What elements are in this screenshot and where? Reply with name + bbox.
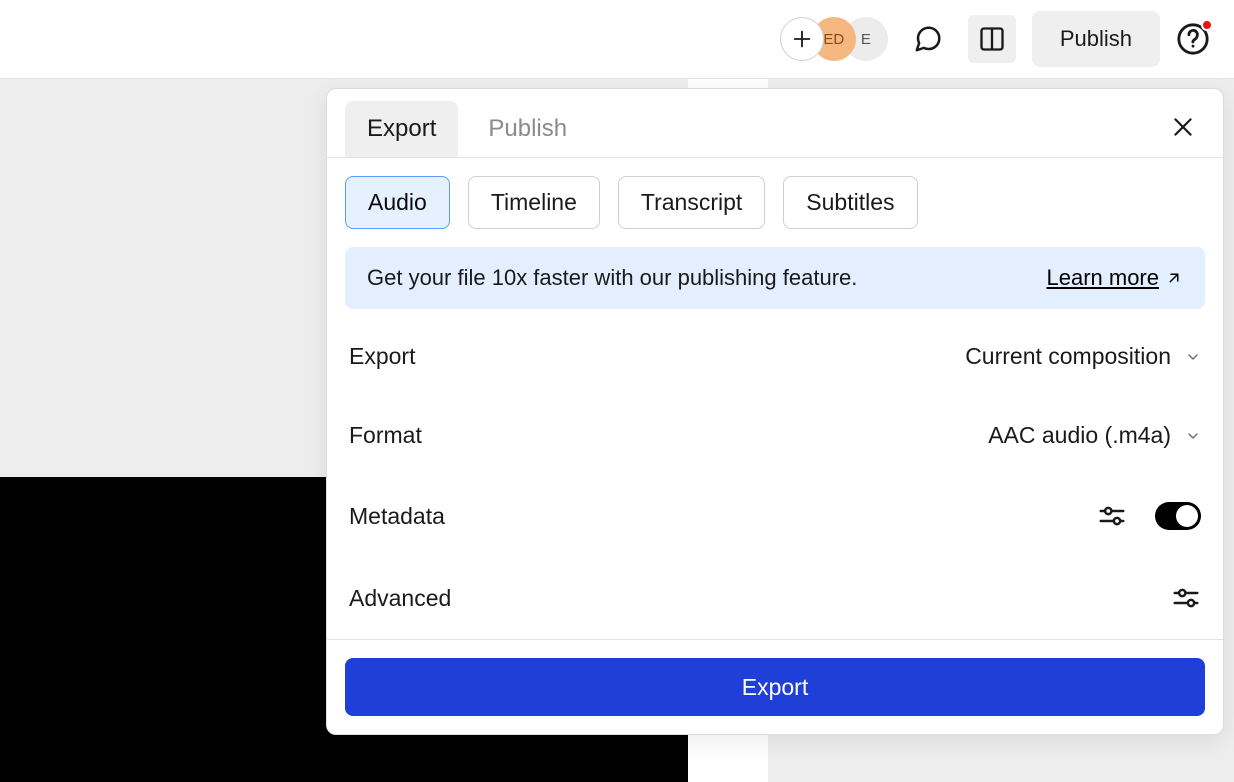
- tab-publish[interactable]: Publish: [466, 101, 589, 157]
- row-label: Advanced: [349, 585, 451, 612]
- promo-banner: Get your file 10x faster with our publis…: [345, 247, 1205, 309]
- panel-footer: Export: [327, 639, 1223, 734]
- plus-icon: [791, 28, 813, 50]
- format-row: Format AAC audio (.m4a): [345, 396, 1205, 475]
- metadata-toggle[interactable]: [1155, 502, 1201, 530]
- advanced-row: Advanced: [345, 557, 1205, 639]
- comments-button[interactable]: [904, 15, 952, 63]
- subtab-audio[interactable]: Audio: [345, 176, 450, 229]
- metadata-row: Metadata: [345, 475, 1205, 557]
- export-button[interactable]: Export: [345, 658, 1205, 716]
- toggle-knob: [1176, 505, 1198, 527]
- publish-button[interactable]: Publish: [1032, 11, 1160, 67]
- external-link-icon: [1165, 269, 1183, 287]
- chevron-down-icon: [1185, 428, 1201, 444]
- select-value: AAC audio (.m4a): [988, 422, 1171, 449]
- select-value: Current composition: [965, 343, 1171, 370]
- tab-export[interactable]: Export: [345, 101, 458, 157]
- subtab-transcript[interactable]: Transcript: [618, 176, 765, 229]
- promo-text: Get your file 10x faster with our publis…: [367, 265, 857, 291]
- row-label: Metadata: [349, 503, 445, 530]
- export-scope-row: Export Current composition: [345, 317, 1205, 396]
- notification-dot-icon: [1201, 19, 1213, 31]
- help-button[interactable]: [1176, 22, 1210, 56]
- close-icon: [1170, 114, 1196, 140]
- close-button[interactable]: [1167, 111, 1199, 143]
- add-collaborator-button[interactable]: [780, 17, 824, 61]
- format-select[interactable]: AAC audio (.m4a): [988, 422, 1201, 449]
- metadata-settings-button[interactable]: [1097, 501, 1127, 531]
- sliders-icon: [1171, 583, 1201, 613]
- row-label: Format: [349, 422, 422, 449]
- promo-learn-more-link[interactable]: Learn more: [1046, 265, 1183, 291]
- export-panel: Export Publish Audio Timeline Transcript…: [326, 88, 1224, 735]
- advanced-settings-button[interactable]: [1171, 583, 1201, 613]
- panel-tabbar: Export Publish: [327, 89, 1223, 158]
- export-subtabs: Audio Timeline Transcript Subtitles: [345, 176, 1205, 229]
- subtab-subtitles[interactable]: Subtitles: [783, 176, 917, 229]
- layout-toggle-button[interactable]: [968, 15, 1016, 63]
- speech-bubble-icon: [913, 24, 943, 54]
- subtab-timeline[interactable]: Timeline: [468, 176, 600, 229]
- collaborator-stack: ED E: [780, 17, 888, 61]
- split-panel-icon: [978, 25, 1006, 53]
- export-scope-select[interactable]: Current composition: [965, 343, 1201, 370]
- row-label: Export: [349, 343, 415, 370]
- top-toolbar: ED E Publish: [0, 0, 1234, 79]
- chevron-down-icon: [1185, 349, 1201, 365]
- sliders-icon: [1097, 501, 1127, 531]
- promo-cta-label: Learn more: [1046, 265, 1159, 291]
